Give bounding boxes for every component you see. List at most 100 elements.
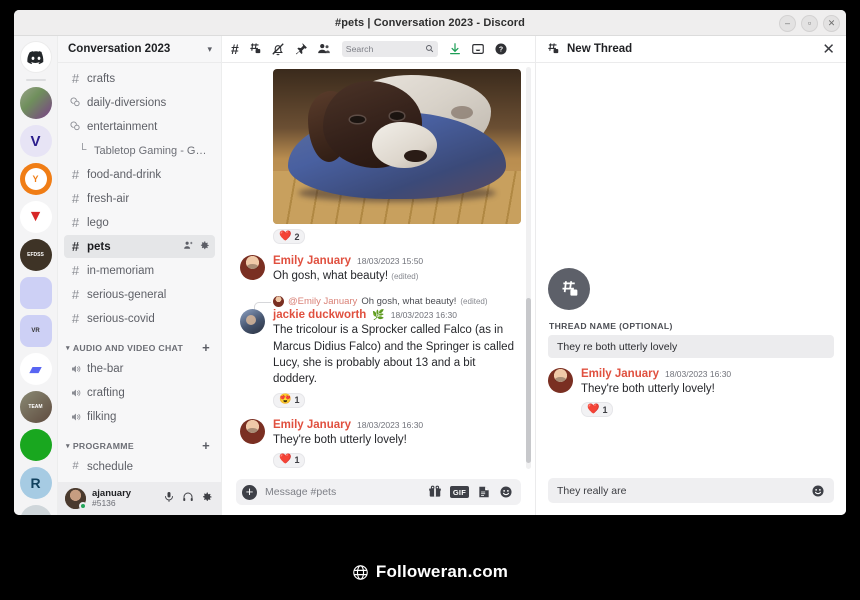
- guild-header[interactable]: Conversation 2023 ▾: [58, 36, 221, 63]
- chevron-down-icon[interactable]: ▾: [207, 44, 212, 55]
- message-author[interactable]: jackie duckworth: [273, 309, 366, 321]
- thread-composer-box[interactable]: They really are: [548, 478, 834, 503]
- watermark-text: Followeran.com: [376, 562, 508, 582]
- maximize-button[interactable]: ▫: [801, 15, 818, 32]
- composer-box[interactable]: + Message #pets GIF: [236, 479, 521, 505]
- search-input[interactable]: Search: [342, 41, 438, 57]
- screen-root: #pets | Conversation 2023 - Discord – ▫ …: [0, 0, 860, 600]
- reaction-pill[interactable]: ❤️ 1: [581, 402, 613, 417]
- inbox-icon[interactable]: [471, 42, 485, 56]
- avatar[interactable]: [240, 419, 265, 444]
- server-dragon[interactable]: [20, 87, 52, 119]
- search-icon[interactable]: [425, 40, 434, 58]
- chevron-down-icon[interactable]: ▾: [66, 344, 70, 352]
- category-audio-and-video-chat[interactable]: ▾ AUDIO AND VIDEO CHAT +: [58, 331, 221, 357]
- close-icon[interactable]: ✕: [822, 42, 835, 57]
- sidebar-item-schedule[interactable]: # schedule: [64, 455, 215, 478]
- message-author[interactable]: Emily January: [273, 255, 351, 267]
- sidebar-item-lego[interactable]: # lego: [64, 211, 215, 234]
- message-author[interactable]: Emily January: [273, 419, 351, 431]
- sidebar-item-in-memoriam[interactable]: # in-memoriam: [64, 259, 215, 282]
- server-english-folkdance[interactable]: EFDSS: [20, 239, 52, 271]
- server-red-white[interactable]: ▼: [20, 201, 52, 233]
- reaction-emoji: ❤️: [279, 455, 291, 465]
- message-timestamp: 18/03/2023 16:30: [391, 310, 457, 320]
- add-channel-button[interactable]: +: [202, 341, 210, 354]
- bell-slash-icon[interactable]: [271, 42, 285, 56]
- message-item[interactable]: Emily January 18/03/2023 15:50 Oh gosh, …: [240, 255, 521, 284]
- server-vr-group[interactable]: VR: [20, 315, 52, 347]
- window-title: #pets | Conversation 2023 - Discord: [335, 17, 525, 29]
- user-panel[interactable]: ajanuary #5136: [58, 482, 221, 515]
- server-green-egg[interactable]: [20, 429, 52, 461]
- channel-actions[interactable]: [183, 240, 210, 254]
- channel-list[interactable]: # crafts daily-diversions entertainm: [58, 63, 221, 482]
- thread-message-item[interactable]: Emily January 18/03/2023 16:30 They're b…: [548, 368, 834, 417]
- avatar[interactable]: [548, 368, 573, 393]
- message-item[interactable]: @Emily January Oh gosh, what beauty! (ed…: [240, 296, 521, 407]
- sidebar-item-the-bar[interactable]: the-bar: [64, 357, 215, 380]
- category-programme[interactable]: ▾ PROGRAMME +: [58, 429, 221, 455]
- sidebar-item-daily-diversions[interactable]: daily-diversions: [64, 91, 215, 114]
- microphone-icon[interactable]: [163, 490, 175, 508]
- sidebar-item-fresh-air[interactable]: # fresh-air: [64, 187, 215, 210]
- download-icon[interactable]: [448, 42, 462, 56]
- sidebar-item-tabletop-gaming[interactable]: └ Tabletop Gaming - Gener...: [64, 139, 215, 162]
- emoji-icon[interactable]: [811, 484, 825, 498]
- sidebar-item-serious-covid[interactable]: # serious-covid: [64, 307, 215, 330]
- message-author[interactable]: Emily January: [581, 368, 659, 380]
- dog-photo[interactable]: [273, 69, 521, 224]
- server-fish[interactable]: [20, 505, 52, 515]
- reaction-pill[interactable]: ❤️ 2: [273, 229, 305, 244]
- sidebar-item-entertainment[interactable]: entertainment: [64, 115, 215, 138]
- sidebar-item-filking[interactable]: filking: [64, 405, 215, 428]
- invite-member-icon[interactable]: [183, 240, 194, 254]
- sticker-icon[interactable]: [477, 485, 491, 499]
- server-team[interactable]: TEAM: [20, 391, 52, 423]
- thread-name-input[interactable]: They re both utterly lovely: [548, 335, 834, 358]
- pin-icon[interactable]: [294, 42, 308, 56]
- gif-icon[interactable]: GIF: [450, 486, 469, 498]
- help-icon[interactable]: ?: [494, 42, 508, 56]
- members-icon[interactable]: [317, 42, 331, 56]
- thread-title: New Thread: [567, 43, 815, 55]
- discord-home-icon[interactable]: [20, 41, 52, 73]
- close-button[interactable]: ✕: [823, 15, 840, 32]
- reply-reference[interactable]: @Emily January Oh gosh, what beauty! (ed…: [273, 296, 521, 307]
- user-actions[interactable]: [163, 490, 213, 508]
- sidebar-item-food-and-drink[interactable]: # food-and-drink: [64, 163, 215, 186]
- channel-settings-icon[interactable]: [199, 240, 210, 254]
- reply-author[interactable]: @Emily January: [288, 296, 357, 307]
- scrollbar-thumb[interactable]: [526, 298, 531, 463]
- avatar[interactable]: [240, 309, 265, 334]
- server-rail[interactable]: V Y ▼ EFDSS VR ▰ TEAM R: [14, 36, 58, 515]
- gift-icon[interactable]: [428, 485, 442, 499]
- sidebar-item-crafts[interactable]: # crafts: [64, 67, 215, 90]
- message-attachment[interactable]: ❤️ 2: [273, 69, 521, 244]
- reaction-pill[interactable]: ❤️ 1: [273, 453, 305, 468]
- sidebar-item-serious-general[interactable]: # serious-general: [64, 283, 215, 306]
- chevron-down-icon[interactable]: ▾: [66, 442, 70, 450]
- sidebar-item-crafting[interactable]: crafting: [64, 381, 215, 404]
- server-r-2022[interactable]: R: [20, 467, 52, 499]
- thread-icon[interactable]: [248, 42, 262, 56]
- add-attachment-icon[interactable]: +: [242, 485, 257, 500]
- reaction-pill[interactable]: 😍 1: [273, 393, 305, 408]
- server-folder[interactable]: ▰: [20, 353, 52, 385]
- user-settings-icon[interactable]: [201, 490, 213, 508]
- add-channel-button[interactable]: +: [202, 439, 210, 452]
- thread-message-input[interactable]: They really are: [557, 485, 811, 497]
- reply-text: Oh gosh, what beauty!: [361, 296, 456, 307]
- server-blue-group[interactable]: [20, 277, 52, 309]
- message-item[interactable]: Emily January 18/03/2023 16:30 They're b…: [240, 419, 521, 468]
- avatar[interactable]: [65, 488, 86, 509]
- message-list[interactable]: ❤️ 2 Emily January 18/03/2023 15:50: [222, 63, 535, 473]
- emoji-icon[interactable]: [499, 485, 513, 499]
- message-input[interactable]: Message #pets: [265, 486, 420, 498]
- minimize-button[interactable]: –: [779, 15, 796, 32]
- server-v[interactable]: V: [20, 125, 52, 157]
- sidebar-item-pets[interactable]: # pets: [64, 235, 215, 258]
- headphones-icon[interactable]: [182, 490, 194, 508]
- avatar[interactable]: [240, 255, 265, 280]
- server-orange-badge[interactable]: Y: [20, 163, 52, 195]
